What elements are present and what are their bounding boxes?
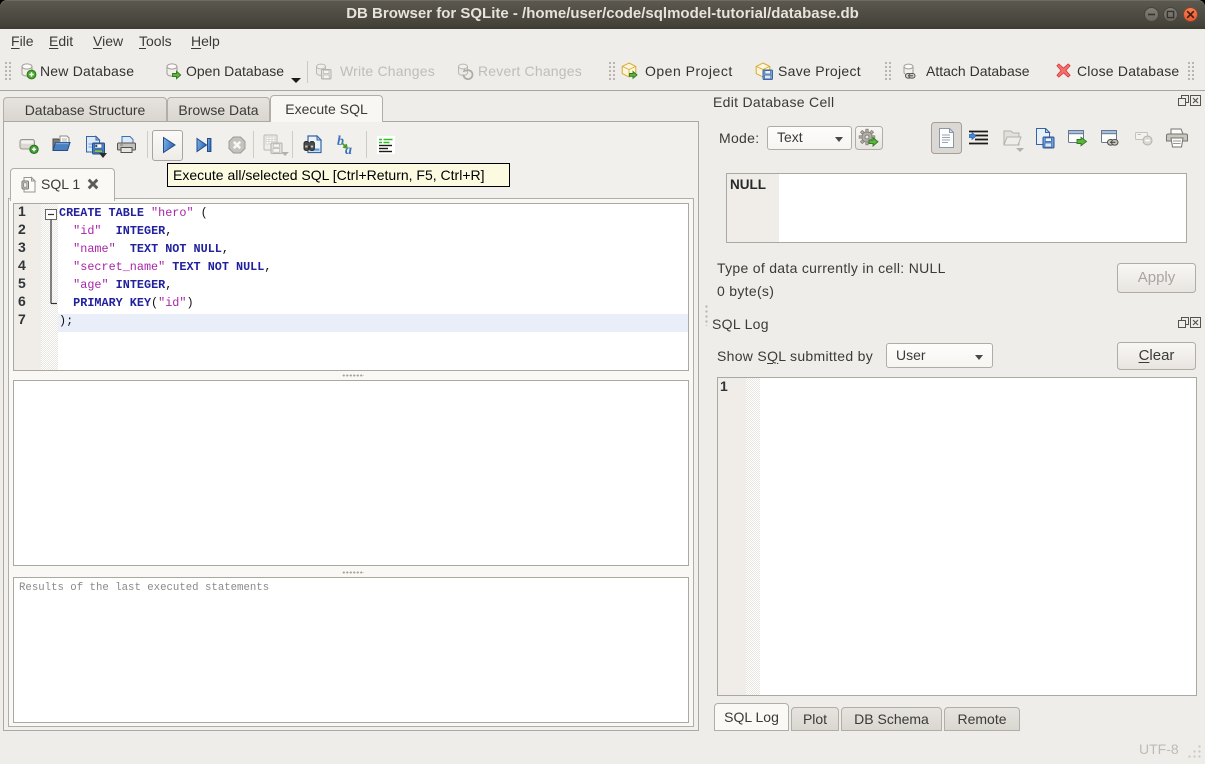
- svg-text:b: b: [337, 134, 344, 149]
